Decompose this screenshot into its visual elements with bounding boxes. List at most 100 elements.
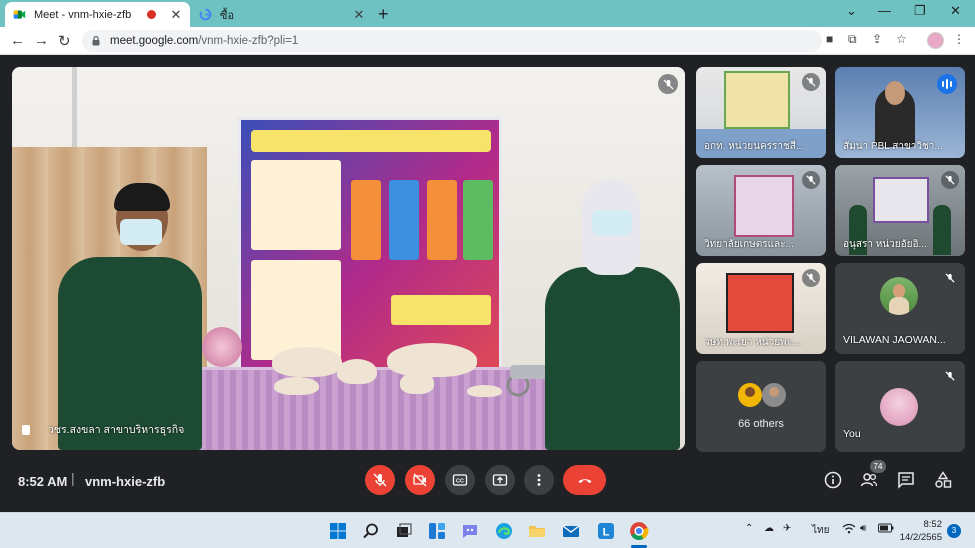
- pin-icon: [22, 425, 30, 436]
- mic-off-icon: [941, 367, 959, 385]
- mail-icon[interactable]: [561, 521, 581, 541]
- show-hidden-icons-icon[interactable]: ⌃: [745, 523, 753, 534]
- hang-up-icon: [578, 479, 591, 483]
- svg-text:CC: CC: [456, 479, 464, 485]
- meeting-code[interactable]: vnm-hxie-zfb: [85, 474, 165, 489]
- shell-display: [272, 347, 342, 377]
- student-right: [545, 267, 680, 450]
- camera-in-use-icon[interactable]: ■: [826, 32, 833, 46]
- chat-icon: [898, 472, 914, 489]
- chat-button[interactable]: [895, 469, 917, 491]
- tab-title: ซื้อ: [220, 9, 235, 22]
- search-icon[interactable]: [361, 521, 381, 541]
- volume-icon[interactable]: 🔊︎: [860, 523, 866, 534]
- microphone-toggle-button[interactable]: [365, 465, 395, 495]
- tab-title: Meet - vnm-hxie-zfb: [34, 8, 132, 21]
- poster-panel: [251, 260, 341, 360]
- shapes-icon: [935, 471, 952, 488]
- mic-off-icon: [802, 171, 820, 189]
- profile-avatar[interactable]: [927, 32, 944, 49]
- closed-captions-icon: CC: [452, 474, 468, 486]
- flower-vase: [202, 327, 242, 367]
- clock-time: 8:52: [923, 519, 943, 530]
- close-window-icon[interactable]: ✕: [950, 3, 961, 19]
- close-tab-icon[interactable]: ✕: [168, 7, 184, 23]
- main-speaker-name: วชร.สงขลา สาขาบริหารธุรกิจ: [22, 421, 184, 438]
- widgets-icon[interactable]: [427, 521, 447, 541]
- project-poster: [238, 117, 502, 377]
- present-screen-button[interactable]: [485, 465, 515, 495]
- poster-panel: [463, 180, 493, 260]
- poster-board: [724, 71, 790, 129]
- info-icon: [824, 471, 842, 489]
- separator: |: [71, 470, 75, 486]
- chat-teams-icon[interactable]: [460, 521, 480, 541]
- participant-tile[interactable]: สัมนา PBL สาขาวิชา...: [835, 67, 965, 158]
- clock-date: 14/2/2565: [899, 532, 942, 543]
- edge-browser-icon[interactable]: [494, 521, 514, 541]
- mic-off-icon: [658, 74, 678, 94]
- notification-badge[interactable]: 3: [947, 524, 961, 538]
- main-speaker-video[interactable]: วชร.สงขลา สาขาบริหารธุรกิจ: [12, 67, 685, 450]
- url-bar[interactable]: meet.google.com/vnm-hxie-zfb?pli=1: [82, 30, 822, 52]
- participant-avatar: [738, 383, 762, 407]
- self-tile[interactable]: You: [835, 361, 965, 452]
- mic-off-icon: [802, 269, 820, 287]
- activities-button[interactable]: [932, 469, 954, 491]
- line-app-icon[interactable]: L: [596, 521, 616, 541]
- wifi-icon[interactable]: [842, 523, 856, 537]
- battery-icon[interactable]: [878, 523, 894, 536]
- start-icon[interactable]: [328, 521, 348, 541]
- close-tab-icon[interactable]: ✕: [351, 7, 367, 23]
- restore-icon[interactable]: ❐: [914, 3, 926, 19]
- self-avatar: [880, 388, 918, 426]
- tab-meet[interactable]: Meet - vnm-hxie-zfb ✕: [5, 2, 190, 27]
- face-mask: [120, 219, 162, 245]
- tab-search-chevron-icon[interactable]: ⌄: [846, 3, 857, 19]
- url-path: /vnm-hxie-zfb?pli=1: [198, 35, 299, 47]
- participant-avatar: [880, 277, 918, 315]
- poster-panel: [351, 180, 381, 260]
- cloud-icon[interactable]: ☁: [764, 523, 774, 534]
- translate-icon[interactable]: ⧉: [848, 32, 857, 47]
- file-explorer-icon[interactable]: [527, 521, 547, 541]
- poster-panel: [391, 295, 491, 325]
- meeting-time: 8:52 AM: [18, 474, 68, 489]
- browser-menu-icon[interactable]: ⋮: [953, 32, 965, 46]
- svg-text:L: L: [603, 527, 610, 539]
- wall-pipe: [72, 67, 77, 147]
- network-share-icon[interactable]: ✈: [783, 523, 791, 534]
- new-tab-button[interactable]: +: [378, 4, 389, 25]
- poster-board: [873, 177, 929, 223]
- bookmark-star-icon[interactable]: ☆: [896, 32, 907, 46]
- participant-tile[interactable]: อกท. หน่วยนครราชสี...: [696, 67, 826, 158]
- participant-tile[interactable]: VILAWAN JAOWAN...: [835, 263, 965, 354]
- participants-button[interactable]: [858, 469, 880, 491]
- system-clock[interactable]: 8:52 14/2/2565: [898, 518, 942, 544]
- leave-call-button[interactable]: [563, 465, 606, 495]
- participant-name: สัมนา PBL สาขาวิชา...: [843, 141, 943, 152]
- speaking-indicator-icon: [937, 74, 957, 94]
- browser-tab-strip: Meet - vnm-hxie-zfb ✕ ซื้อ ✕ + ⌄ — ❐ ✕: [0, 0, 975, 27]
- captions-button[interactable]: CC: [445, 465, 475, 495]
- forward-arrow-icon[interactable]: →: [34, 32, 49, 49]
- meet-stage: วชร.สงขลา สาขาบริหารธุรกิจ อกท. หน่วยนคร…: [0, 55, 975, 512]
- back-arrow-icon[interactable]: ←: [10, 32, 25, 49]
- input-language[interactable]: ไทย: [812, 523, 829, 538]
- shell-display: [274, 377, 319, 395]
- more-options-button[interactable]: [524, 465, 554, 495]
- participant-tile[interactable]: วิทยาลัยเกษตรและ...: [696, 165, 826, 256]
- chrome-icon[interactable]: [629, 521, 649, 541]
- participant-tile[interactable]: อนุสรา หน่วยอัยอิ...: [835, 165, 965, 256]
- task-view-icon[interactable]: [394, 521, 414, 541]
- others-tile[interactable]: 66 others: [696, 361, 826, 452]
- participant-name: You: [843, 428, 861, 440]
- participant-tile[interactable]: วษท.พะเยา หน่วยพะ...: [696, 263, 826, 354]
- camera-toggle-button[interactable]: [405, 465, 435, 495]
- meeting-details-button[interactable]: [822, 469, 844, 491]
- tab-search[interactable]: ซื้อ ✕: [193, 2, 373, 27]
- reload-icon[interactable]: ↻: [58, 32, 71, 50]
- mic-off-icon: [802, 73, 820, 91]
- share-icon[interactable]: ⇪: [872, 32, 882, 46]
- minimize-icon[interactable]: —: [878, 3, 891, 18]
